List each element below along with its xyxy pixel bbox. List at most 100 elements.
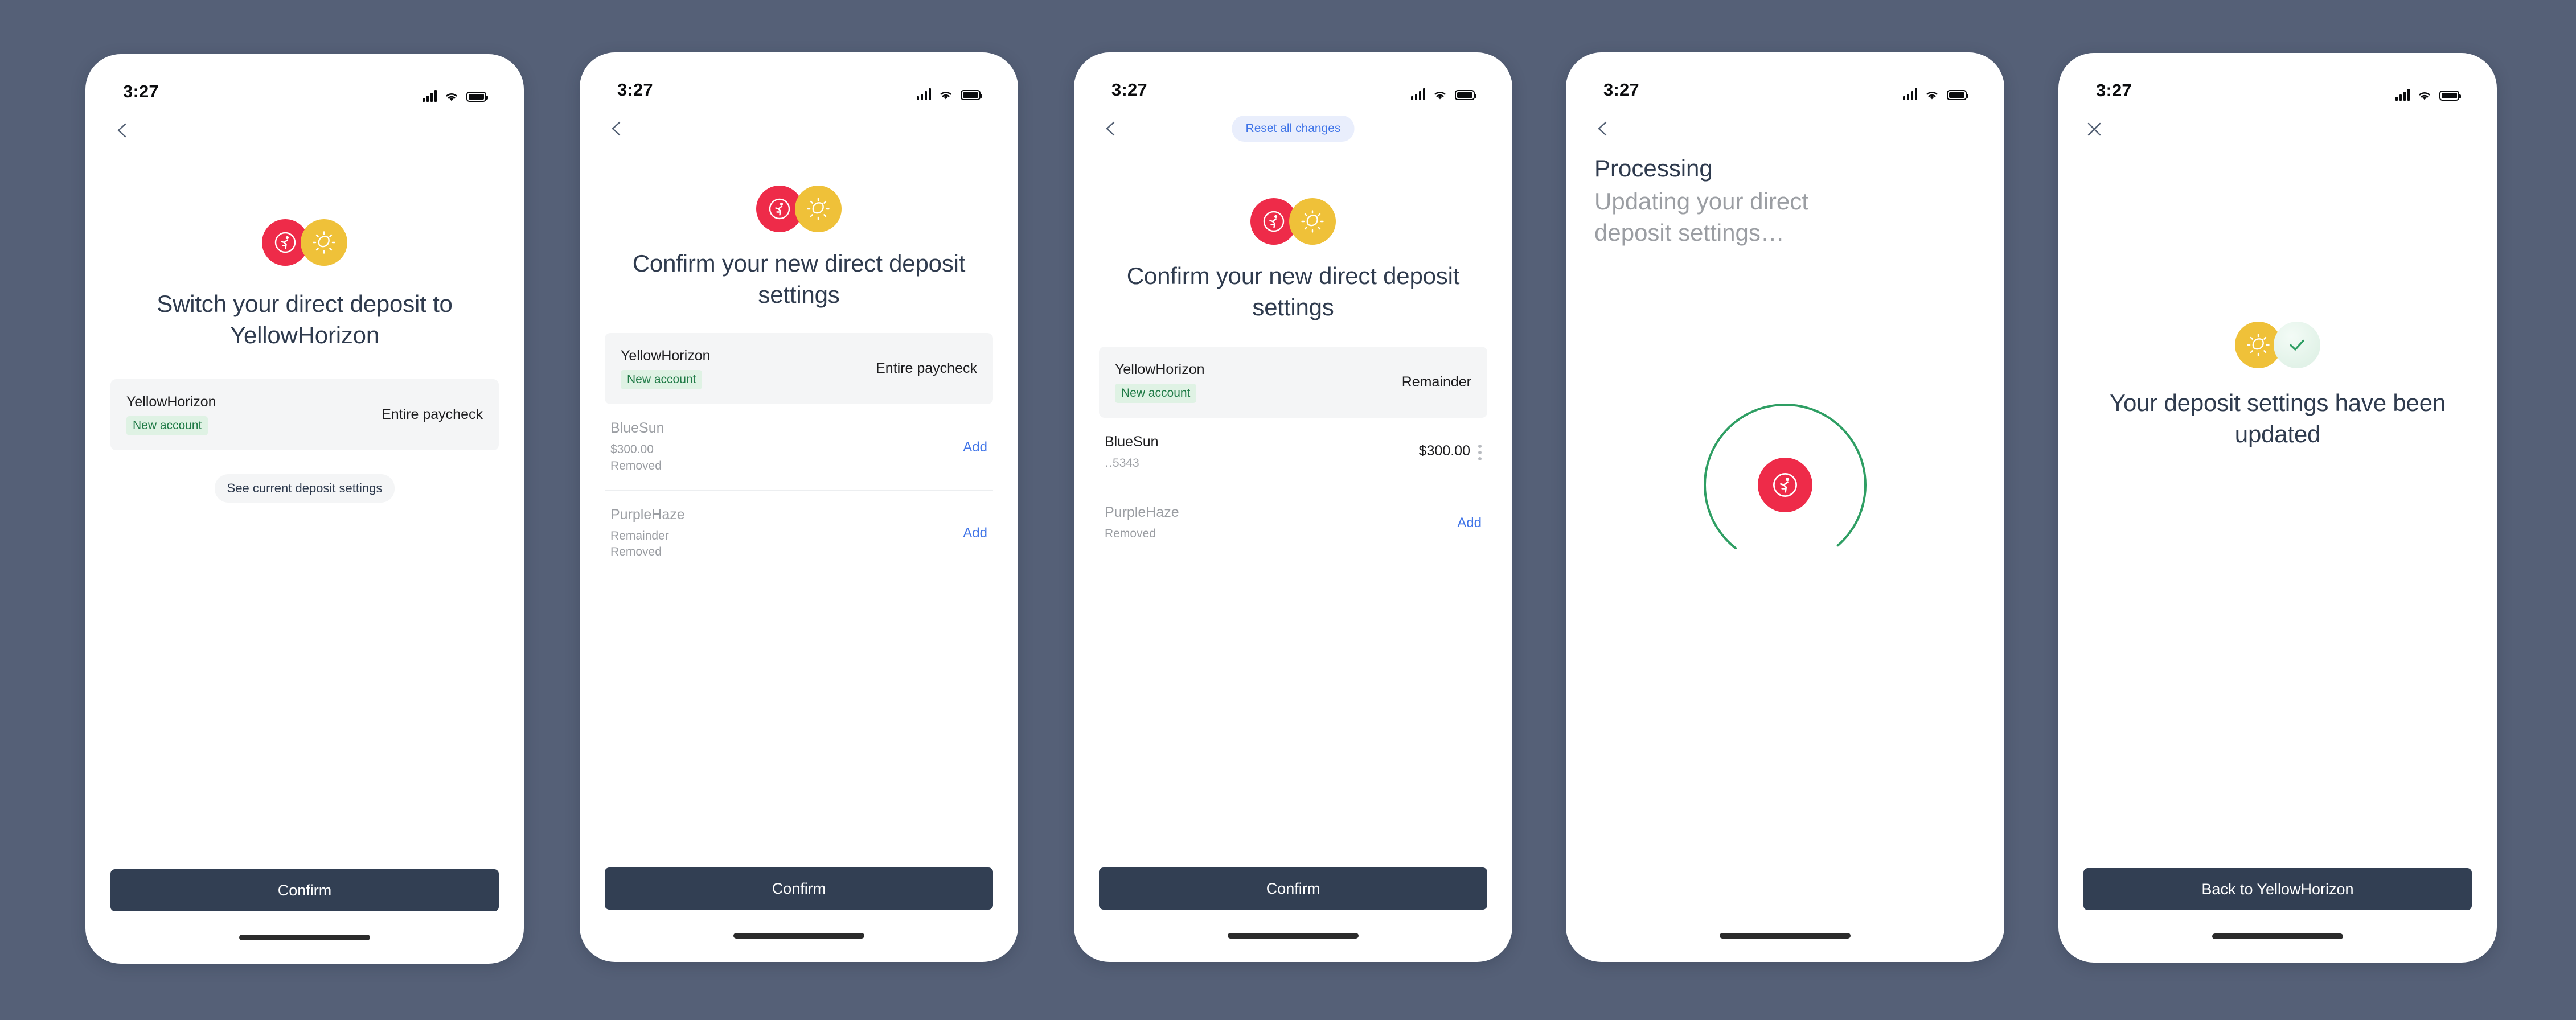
status-badge: New account xyxy=(126,416,208,436)
screen-body: Switch your direct deposit to YellowHori… xyxy=(85,152,524,869)
home-indicator xyxy=(1566,910,2004,962)
phone-confirm-settings-edit: 3:27 Reset all changes Confirm your new … xyxy=(1074,52,1512,962)
back-arrow-icon[interactable] xyxy=(1593,119,1613,138)
row-account-name: BlueSun xyxy=(1105,434,1159,450)
confirm-button[interactable]: Confirm xyxy=(605,867,993,910)
add-button[interactable]: Add xyxy=(963,525,987,541)
screen-body: Confirm your new direct deposit settings… xyxy=(1074,150,1512,867)
home-indicator xyxy=(2058,910,2497,963)
list-item[interactable]: PurpleHaze Removed Add xyxy=(1099,488,1487,558)
page-title: Switch your direct deposit to YellowHori… xyxy=(157,290,453,348)
cta-area: Confirm xyxy=(580,867,1018,910)
home-indicator xyxy=(85,911,524,964)
see-current-deposit-settings-link[interactable]: See current deposit settings xyxy=(214,474,395,503)
back-arrow-icon[interactable] xyxy=(1101,119,1121,138)
account-card[interactable]: YellowHorizon New account Entire paychec… xyxy=(605,333,993,405)
nav-bar: Reset all changes xyxy=(1074,107,1512,150)
row-account-name: BlueSun xyxy=(610,420,664,437)
cellular-signal-icon xyxy=(2395,88,2410,101)
status-clock: 3:27 xyxy=(617,80,653,100)
brand-logos xyxy=(605,186,993,232)
screen-body: Processing Updating your direct deposit … xyxy=(1566,150,2004,910)
cellular-signal-icon xyxy=(917,88,931,100)
nav-bar xyxy=(1566,107,2004,150)
wifi-icon xyxy=(940,92,951,100)
row-account-detail: $300.00 Removed xyxy=(610,443,662,472)
back-arrow-icon[interactable] xyxy=(113,121,132,140)
row-account-detail: Removed xyxy=(1105,527,1156,540)
back-to-yellowhorizon-button[interactable]: Back to YellowHorizon xyxy=(2083,868,2472,910)
battery-full-icon xyxy=(961,90,982,100)
wifi-icon xyxy=(1434,92,1446,100)
phone-confirm-settings-removed: 3:27 Confirm your new direct deposit set xyxy=(580,52,1018,962)
status-badge: New account xyxy=(621,370,703,390)
account-card[interactable]: YellowHorizon New account Entire paychec… xyxy=(110,379,499,451)
list-item[interactable]: PurpleHaze Remainder Removed Add xyxy=(605,491,993,577)
nav-bar xyxy=(580,107,1018,150)
battery-full-icon xyxy=(1455,90,1476,100)
brand-logos xyxy=(2083,322,2472,368)
account-amount: Entire paycheck xyxy=(876,360,977,377)
progress-spinner xyxy=(1701,401,1869,569)
status-bar: 3:27 xyxy=(85,54,524,109)
kebab-menu-icon[interactable] xyxy=(1478,445,1482,461)
row-account-name: PurpleHaze xyxy=(610,506,685,523)
status-icons xyxy=(423,89,488,102)
cellular-signal-icon xyxy=(1903,88,1917,100)
account-card[interactable]: YellowHorizon New account Remainder xyxy=(1099,347,1487,418)
list-item[interactable]: BlueSun $300.00 Removed Add xyxy=(605,404,993,491)
cta-area: Confirm xyxy=(85,869,524,911)
close-x-icon[interactable] xyxy=(2086,121,2103,138)
list-item[interactable]: BlueSun ‥5343 $300.00 xyxy=(1099,418,1487,488)
page-title: Confirm your new direct deposit settings xyxy=(632,250,966,308)
screen-body: Confirm your new direct deposit settings… xyxy=(580,150,1018,867)
phone-success: 3:27 Your deposit settings have been upd xyxy=(2058,53,2497,963)
wifi-icon xyxy=(2419,92,2430,100)
amount-input[interactable]: $300.00 xyxy=(1418,443,1470,463)
phone-processing: 3:27 Processing Updating your direct dep… xyxy=(1566,52,2004,962)
battery-full-icon xyxy=(1947,90,1968,100)
cta-area: Back to YellowHorizon xyxy=(2058,868,2497,910)
account-amount: Entire paycheck xyxy=(382,406,483,423)
wifi-icon xyxy=(1926,92,1938,100)
sun-logo-yellow xyxy=(1289,198,1336,245)
account-list: BlueSun $300.00 Removed Add PurpleHaze R… xyxy=(605,404,993,576)
battery-full-icon xyxy=(466,92,488,102)
back-arrow-icon[interactable] xyxy=(607,119,626,138)
status-clock: 3:27 xyxy=(1111,80,1147,100)
account-name: YellowHorizon xyxy=(621,348,711,364)
status-icons xyxy=(2395,88,2461,101)
status-bar: 3:27 xyxy=(1566,52,2004,107)
status-bar: 3:27 xyxy=(580,52,1018,107)
cellular-signal-icon xyxy=(1411,88,1425,100)
account-name: YellowHorizon xyxy=(126,394,216,410)
brand-logos xyxy=(1099,198,1487,245)
phone-switch-deposit: 3:27 Switch your direct deposit to Yello xyxy=(85,54,524,964)
status-clock: 3:27 xyxy=(1603,80,1639,100)
row-account-detail: Remainder Removed xyxy=(610,529,669,559)
screen-body: Your deposit settings have been updated xyxy=(2058,151,2497,868)
spinner-area xyxy=(1591,249,1979,722)
status-icons xyxy=(917,88,982,100)
row-account-number: ‥5343 xyxy=(1105,456,1139,470)
add-button[interactable]: Add xyxy=(1457,515,1482,531)
brand-logos xyxy=(110,219,499,266)
status-bar: 3:27 xyxy=(2058,53,2497,108)
status-bar: 3:27 xyxy=(1074,52,1512,107)
add-button[interactable]: Add xyxy=(963,439,987,455)
page-title: Your deposit settings have been updated xyxy=(2109,389,2446,447)
cellular-signal-icon xyxy=(423,89,437,102)
page-title: Confirm your new direct deposit settings xyxy=(1126,262,1460,320)
nav-bar xyxy=(85,109,524,152)
nav-bar xyxy=(2058,108,2497,151)
confirm-button[interactable]: Confirm xyxy=(110,869,499,911)
screens-stage: 3:27 Switch your direct deposit to Yello xyxy=(0,0,2576,1020)
status-badge: New account xyxy=(1115,384,1197,404)
account-list: BlueSun ‥5343 $300.00 PurpleHaze Removed… xyxy=(1099,418,1487,558)
reset-all-changes-button[interactable]: Reset all changes xyxy=(1232,116,1355,142)
runner-logo-red xyxy=(1758,458,1812,513)
home-indicator xyxy=(1074,910,1512,962)
processing-header: Processing Updating your direct deposit … xyxy=(1591,150,1979,249)
confirm-button[interactable]: Confirm xyxy=(1099,867,1487,910)
sun-logo-yellow xyxy=(301,219,347,266)
